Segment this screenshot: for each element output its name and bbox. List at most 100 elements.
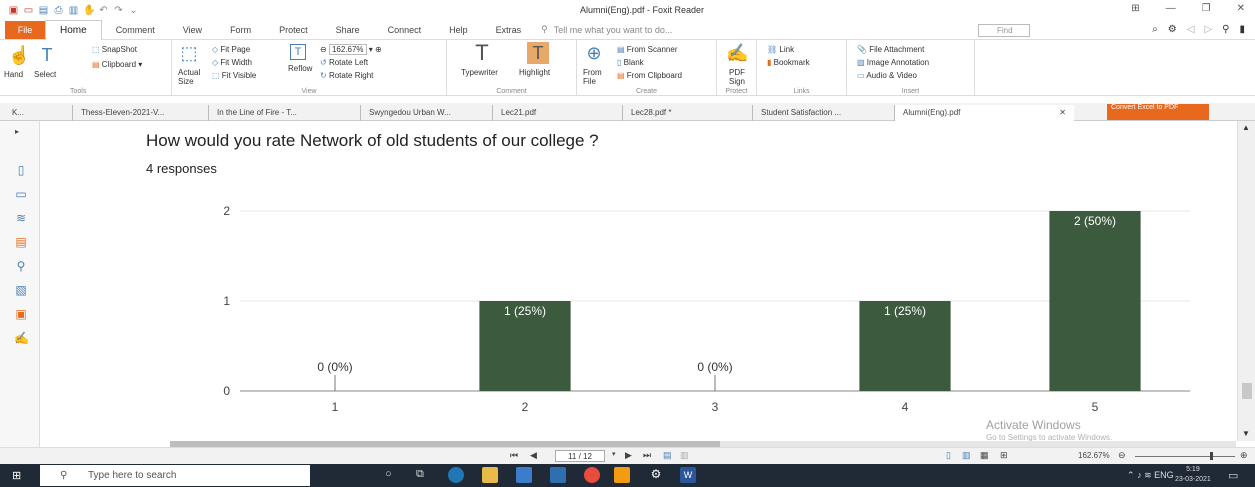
fit-visible-button[interactable]: ⬚ Fit Visible — [212, 71, 256, 80]
network-icon[interactable]: ≋ — [1144, 470, 1152, 480]
hand-tool-icon[interactable]: ✋ — [83, 5, 95, 16]
doc-tab-active[interactable]: Alumni(Eng).pdf ✕ — [894, 105, 1074, 121]
bookmarks-panel-icon[interactable]: ▭ — [14, 187, 28, 201]
tab-view[interactable]: View — [169, 25, 216, 35]
tab-form[interactable]: Form — [216, 25, 265, 35]
tab-comment[interactable]: Comment — [102, 25, 169, 35]
taskbar-search[interactable]: ⚲ Type here to search — [40, 465, 310, 486]
single-page-view-icon[interactable]: ▤ — [663, 450, 672, 461]
foxit-taskbar-icon[interactable] — [614, 467, 630, 483]
actual-size-button[interactable]: Actual Size — [178, 68, 206, 86]
open-icon[interactable]: ▭ — [23, 5, 34, 16]
fit-page-button[interactable]: ◇ Fit Page — [212, 45, 250, 54]
doc-tab-5[interactable]: Lec21.pdf — [492, 105, 622, 121]
from-scanner-button[interactable]: ▤ From Scanner — [617, 45, 677, 54]
comments-panel-icon[interactable]: ▤ — [14, 235, 28, 249]
start-icon[interactable]: ⊞ — [12, 469, 21, 482]
typewriter-button[interactable]: Typewriter — [461, 68, 498, 77]
from-clipboard-button[interactable]: ▤ From Clipboard — [617, 71, 682, 80]
rotate-left-button[interactable]: ↺ Rotate Left — [320, 58, 368, 67]
scroll-down-icon[interactable]: ▼ — [1242, 429, 1250, 438]
blank-button[interactable]: ▯ Blank — [617, 58, 644, 67]
tray-chevron-icon[interactable]: ⌃ — [1127, 470, 1135, 480]
search-options-icon[interactable]: ⚲ — [1222, 24, 1229, 35]
scroll-up-icon[interactable]: ▲ — [1242, 123, 1250, 132]
signatures-icon[interactable]: ▧ — [14, 283, 28, 297]
select-icon[interactable]: T — [36, 44, 58, 66]
last-page-icon[interactable]: ⏭ — [643, 450, 651, 461]
audio-video-button[interactable]: ▭ Audio & Video — [857, 71, 917, 80]
doc-tab-2[interactable]: Thess-Eleven-2021-V... — [72, 105, 208, 121]
zoom-slider-thumb[interactable] — [1210, 452, 1213, 460]
close-icon[interactable]: ✕ — [1237, 3, 1245, 14]
print-icon[interactable]: ⎙ — [53, 5, 64, 16]
close-tab-icon[interactable]: ✕ — [1059, 105, 1066, 121]
file-menu[interactable]: File — [5, 20, 45, 39]
zoom-out-status-icon[interactable]: ⊖ — [1118, 450, 1126, 461]
sign-pen-icon[interactable]: ✍ — [14, 331, 29, 345]
page-number-input[interactable]: 11 / 12 — [555, 450, 605, 462]
restore-icon[interactable]: ❐ — [1202, 3, 1211, 14]
highlight-icon[interactable]: T — [527, 42, 549, 64]
reflow-button[interactable]: Reflow — [288, 64, 312, 73]
zoom-in-icon[interactable]: ⊕ — [375, 45, 382, 54]
image-annotation-button[interactable]: ▧ Image Annotation — [857, 58, 929, 67]
tab-help[interactable]: Help — [435, 25, 482, 35]
file-attachment-button[interactable]: 📎 File Attachment — [857, 45, 924, 54]
undo-icon[interactable]: ↶ — [98, 5, 109, 16]
task-view-icon[interactable]: ⧉ — [416, 468, 424, 481]
split-view-icon[interactable]: ⊞ — [1000, 450, 1008, 461]
doc-tab-6[interactable]: Lec28.pdf * — [622, 105, 752, 121]
prev-result-icon[interactable]: ◁ — [1187, 24, 1195, 35]
zoom-value[interactable]: 162.67% — [328, 44, 367, 55]
word-icon[interactable]: W — [680, 467, 696, 483]
customize-icon[interactable]: ⌄ — [128, 5, 139, 16]
from-file-icon[interactable]: ⊕ — [583, 42, 605, 64]
mail-icon[interactable] — [550, 467, 566, 483]
doc-tab-1[interactable]: K... — [4, 105, 72, 121]
continuous-view-icon[interactable]: ▥ — [680, 450, 689, 461]
pdf-sign-button[interactable]: PDF Sign — [725, 68, 749, 86]
file-explorer-icon[interactable] — [482, 467, 498, 483]
zoom-select[interactable]: ⊖ 162.67% ▾ ⊕ — [320, 44, 382, 55]
vertical-scroll-thumb[interactable] — [1242, 383, 1252, 399]
status-zoom-value[interactable]: 162.67% — [1078, 451, 1110, 460]
settings-icon[interactable]: ⚙ — [1168, 24, 1177, 35]
prev-page-icon[interactable]: ◀ — [530, 450, 537, 461]
tab-share[interactable]: Share — [322, 25, 374, 35]
pdf-sign-icon[interactable]: ✍ — [726, 42, 748, 64]
doc-tab-7[interactable]: Student Satisfaction ... — [752, 105, 894, 121]
language-indicator[interactable]: ENG — [1154, 470, 1174, 480]
first-page-icon[interactable]: ⏮ — [510, 450, 518, 461]
zoom-in-status-icon[interactable]: ⊕ — [1240, 450, 1248, 461]
next-page-icon[interactable]: ▶ — [625, 450, 632, 461]
tell-me-input[interactable]: Tell me what you want to do... — [554, 25, 673, 35]
tab-connect[interactable]: Connect — [374, 25, 436, 35]
edge-icon[interactable] — [448, 467, 464, 483]
settings-taskbar-icon[interactable]: ⚙ — [648, 467, 664, 483]
highlight-button[interactable]: Highlight — [519, 68, 550, 77]
tab-protect[interactable]: Protect — [265, 25, 322, 35]
system-tray[interactable]: ⌃ ♪ ≋ ENG — [1127, 470, 1174, 481]
hand-button[interactable]: Hand — [4, 70, 23, 79]
clock[interactable]: 5:19 23-03-2021 — [1175, 465, 1211, 485]
volume-icon[interactable]: ♪ — [1137, 470, 1142, 480]
convert-excel-banner[interactable]: Convert Excel to PDF — [1107, 104, 1209, 120]
doc-tab-4[interactable]: Swyngedou Urban W... — [360, 105, 492, 121]
tab-home[interactable]: Home — [45, 19, 102, 40]
redo-icon[interactable]: ↷ — [113, 5, 124, 16]
ribbon-toggle-icon[interactable]: ⊞ — [1131, 3, 1139, 14]
doc-tab-3[interactable]: In the Line of Fire - T... — [208, 105, 360, 121]
snapshot-button[interactable]: ⬚ SnapShot — [92, 45, 137, 54]
layers-icon[interactable]: ≋ — [14, 211, 28, 225]
hand-icon[interactable]: ☝ — [8, 44, 30, 66]
save-icon[interactable]: ▤ — [38, 5, 49, 16]
actual-size-icon[interactable]: ⬚ — [178, 42, 200, 64]
select-button[interactable]: Select — [34, 70, 56, 79]
typewriter-icon[interactable]: T — [471, 42, 493, 64]
attachments-icon[interactable]: ⚲ — [14, 259, 28, 273]
link-button[interactable]: ⛓ Link — [767, 45, 794, 54]
notifications-icon[interactable]: ▭ — [1228, 469, 1238, 482]
scan-icon[interactable]: ▥ — [68, 5, 79, 16]
clipboard-button[interactable]: ▤ Clipboard ▾ — [92, 60, 142, 69]
